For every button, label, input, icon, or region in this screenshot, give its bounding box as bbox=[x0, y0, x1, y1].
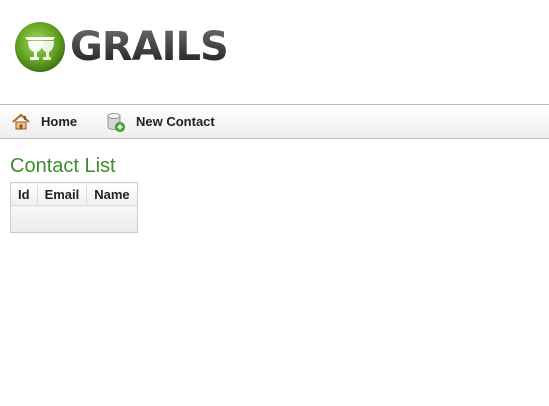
new-contact-label: New Contact bbox=[136, 114, 215, 129]
empty-cell bbox=[10, 205, 138, 233]
nav-bar: Home New Contact bbox=[0, 104, 549, 139]
new-contact-link[interactable]: New Contact bbox=[106, 105, 215, 138]
home-link[interactable]: Home bbox=[11, 105, 77, 138]
house-icon bbox=[12, 113, 30, 129]
column-header-email[interactable]: Email bbox=[37, 182, 88, 206]
grails-cup-icon bbox=[15, 22, 65, 72]
table-header-row: Id Email Name bbox=[10, 182, 138, 206]
page: GRAILS Home New Contact Contact List Id … bbox=[0, 0, 549, 406]
grails-logo[interactable]: GRAILS bbox=[14, 19, 229, 75]
logo-text: GRAILS bbox=[70, 24, 229, 70]
column-header-name[interactable]: Name bbox=[86, 182, 138, 206]
contact-table: Id Email Name bbox=[10, 182, 138, 233]
column-header-id[interactable]: Id bbox=[10, 182, 38, 206]
database-add-icon bbox=[107, 112, 125, 132]
empty-table-row bbox=[10, 205, 138, 233]
page-title: Contact List bbox=[10, 155, 116, 177]
home-label: Home bbox=[41, 114, 78, 129]
